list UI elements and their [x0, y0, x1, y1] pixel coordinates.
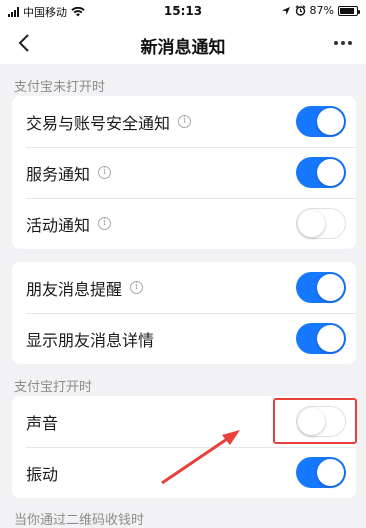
toggle-knob — [298, 210, 325, 237]
setting-label: 服务通知 — [26, 164, 91, 184]
setting-label: 显示朋友消息详情 — [26, 330, 155, 350]
section-header-open: 支付宝打开时 — [14, 380, 93, 395]
toggle-switch[interactable] — [296, 323, 346, 354]
toggle-knob — [317, 325, 344, 352]
setting-label: 声音 — [26, 413, 59, 433]
toggle-knob — [317, 459, 344, 486]
toggle-switch[interactable] — [296, 106, 346, 137]
setting-row: 交易与账号安全通知 i — [12, 96, 356, 147]
status-bar: 中国移动 15:13 87% — [0, 0, 366, 24]
setting-row: 服务通知 i — [12, 147, 356, 198]
section-header-qr: 当你通过二维码收钱时 — [14, 513, 145, 528]
battery-fill — [340, 7, 354, 14]
setting-row: 显示朋友消息详情 — [12, 313, 356, 364]
toggle-switch[interactable] — [296, 157, 346, 188]
annotation-highlight-box — [273, 398, 357, 444]
info-icon[interactable]: i — [130, 281, 144, 294]
toggle-knob — [317, 159, 344, 186]
setting-row: 朋友消息提醒 i — [12, 262, 356, 313]
nav-bar: 新消息通知 — [0, 24, 366, 64]
info-icon[interactable]: i — [98, 166, 112, 179]
battery-icon — [338, 5, 360, 16]
info-icon[interactable]: i — [98, 217, 112, 230]
section-header-closed: 支付宝未打开时 — [14, 80, 106, 95]
toggle-switch[interactable] — [296, 457, 346, 488]
location-icon — [281, 6, 290, 15]
back-chevron-icon[interactable] — [14, 32, 36, 54]
card-friends: 朋友消息提醒 i 显示朋友消息详情 — [12, 262, 356, 364]
setting-label: 振动 — [26, 464, 59, 484]
alarm-icon — [295, 5, 305, 16]
page-title: 新消息通知 — [140, 38, 226, 58]
toggle-switch[interactable] — [296, 272, 346, 303]
setting-label: 活动通知 — [26, 215, 91, 235]
toggle-switch[interactable] — [296, 208, 346, 239]
status-right: 87% — [281, 4, 360, 17]
more-dots-icon[interactable] — [330, 31, 356, 55]
annotation-arrow-icon — [161, 430, 240, 485]
toggle-knob — [317, 108, 344, 135]
info-icon[interactable]: i — [178, 115, 192, 128]
setting-label: 交易与账号安全通知 — [26, 113, 171, 133]
card-notifications: 交易与账号安全通知 i 服务通知 i 活动通知 i — [12, 96, 356, 249]
setting-row: 活动通知 i — [12, 198, 356, 249]
setting-label: 朋友消息提醒 — [26, 279, 123, 299]
battery-percent: 87% — [309, 4, 334, 17]
toggle-knob — [317, 274, 344, 301]
